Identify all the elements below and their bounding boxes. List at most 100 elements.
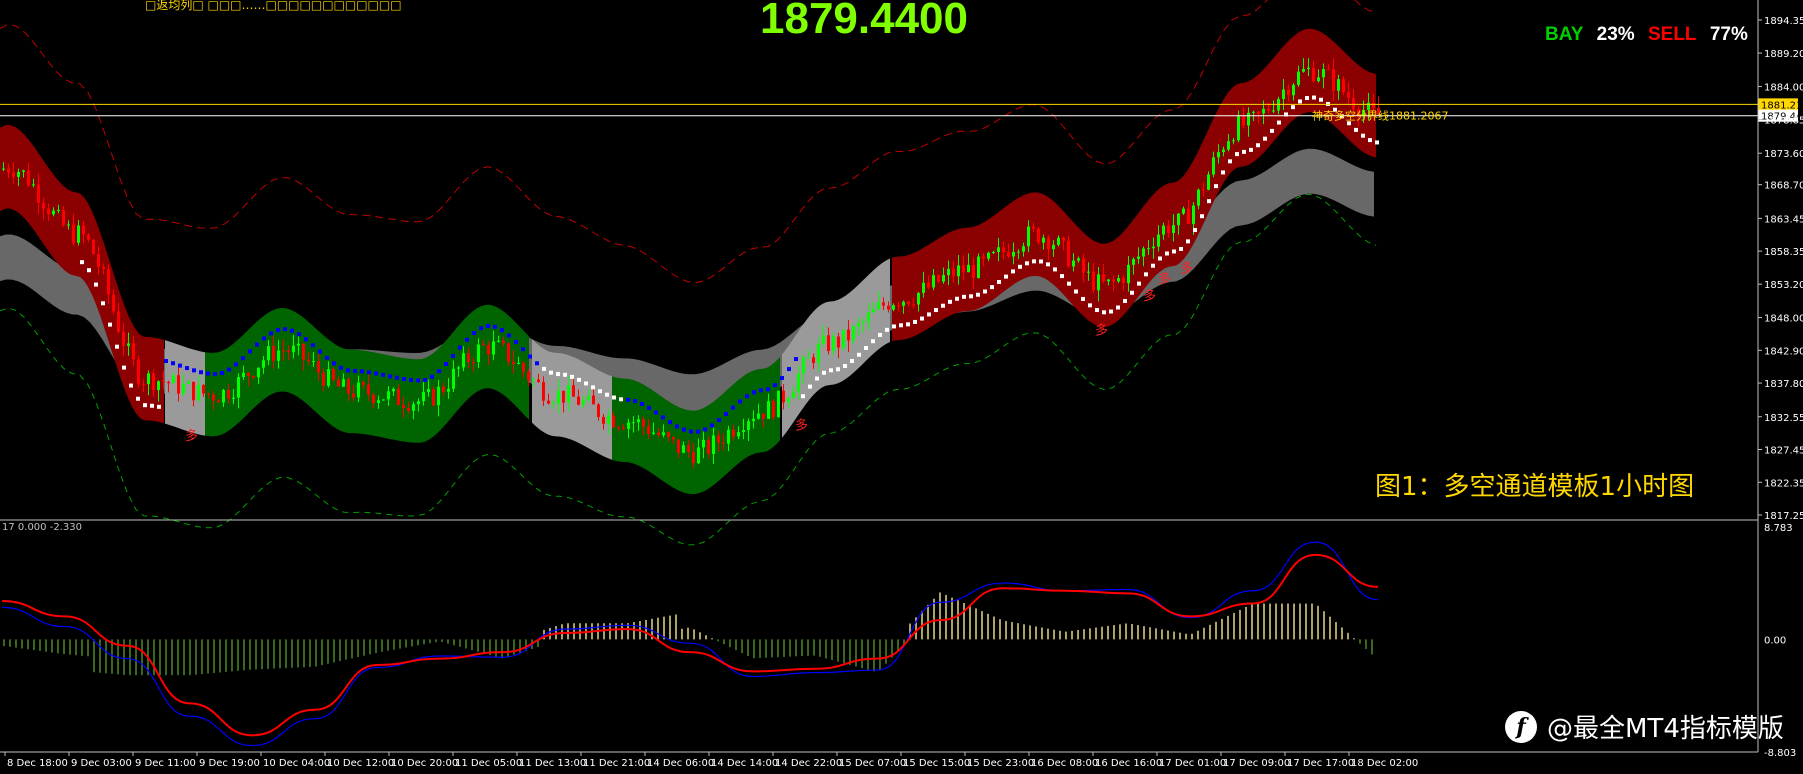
trend-dot [1235, 152, 1239, 157]
trend-dot [1060, 274, 1064, 279]
trend-dot [1375, 140, 1379, 145]
candle-body [1297, 71, 1300, 85]
candle-body [747, 421, 750, 431]
time-tick-label: 17 Dec 01:00 [1159, 758, 1226, 769]
trend-dot [374, 371, 378, 376]
candle-body [762, 413, 765, 419]
trend-dot [311, 343, 315, 348]
trend-dot [1032, 259, 1036, 264]
candle-body [887, 305, 890, 310]
trend-dot [570, 374, 574, 379]
candle-body [617, 427, 620, 429]
trend-dot [1102, 310, 1106, 315]
price-tick-label: 1837.80 [1764, 379, 1803, 390]
trend-dot [136, 396, 140, 401]
trend-dot [1067, 281, 1071, 286]
trend-dot [381, 372, 385, 377]
candle-body [37, 184, 40, 203]
trend-dot [297, 332, 301, 337]
price-tick-label: 1817.25 [1764, 511, 1803, 522]
trend-dot [157, 404, 161, 409]
candle-body [407, 407, 410, 411]
trend-dot [465, 337, 469, 342]
candle-body [22, 170, 25, 172]
candle-body [237, 377, 240, 398]
candle-body [1322, 69, 1325, 78]
trend-dot [283, 327, 287, 332]
channel-segment-5 [782, 258, 890, 438]
candle-body [777, 390, 780, 418]
candle-body [917, 292, 920, 305]
time-tick-label: 17 Dec 17:00 [1287, 758, 1354, 769]
trend-dot [346, 368, 350, 373]
trend-dot [514, 339, 518, 344]
candle-body [352, 393, 355, 398]
candle-body [1157, 234, 1160, 247]
trend-dot [843, 363, 847, 368]
candle-body [1142, 248, 1145, 257]
candle-body [1232, 140, 1235, 142]
candle-body [657, 432, 660, 436]
price-tick-label: 1853.20 [1764, 280, 1803, 291]
candle-body [837, 336, 840, 348]
watermark: f @最全MT4指标模版 [1505, 708, 1784, 745]
time-tick-label: 18 Dec 02:00 [1351, 758, 1418, 769]
candle-body [27, 170, 30, 186]
candle-body [1082, 258, 1085, 273]
candle-body [292, 345, 295, 353]
candle-body [807, 357, 810, 359]
candle-body [327, 369, 330, 386]
candle-body [962, 265, 965, 273]
signal-label: 多 [1143, 288, 1156, 304]
candle-body [1267, 108, 1270, 111]
signal-label: 多 [1180, 261, 1193, 277]
candle-body [687, 445, 690, 452]
trend-dot [1305, 96, 1309, 101]
candle-body [312, 361, 315, 363]
trend-dot [1277, 120, 1281, 125]
trend-dot [185, 366, 189, 371]
candle-body [1017, 251, 1020, 253]
candle-body [467, 353, 470, 362]
candle-body [212, 394, 215, 401]
candle-body [937, 275, 940, 282]
candle-body [267, 346, 270, 361]
candle-body [1092, 271, 1095, 291]
candle-body [397, 388, 400, 405]
candle-body [1002, 247, 1005, 252]
trend-dot [871, 339, 875, 344]
candle-body [402, 404, 405, 408]
trend-dot [129, 383, 133, 388]
candle-body [652, 432, 655, 434]
candle-body [1167, 225, 1170, 233]
candle-body [277, 350, 280, 361]
trend-dot [262, 336, 266, 341]
candle-body [197, 384, 200, 401]
candle-body [247, 372, 250, 377]
candle-body [1022, 246, 1025, 252]
candle-body [457, 367, 460, 369]
candle-body [482, 344, 485, 346]
trend-dot [1088, 303, 1092, 308]
candle-body [1007, 251, 1010, 257]
candle-body [1202, 189, 1205, 191]
trend-dot [80, 260, 84, 265]
trend-dot [1074, 289, 1078, 294]
trend-dot [1018, 264, 1022, 269]
trend-dot [248, 349, 252, 354]
trend-dot [1368, 138, 1372, 143]
candle-body [927, 282, 930, 288]
trend-dot [1123, 298, 1127, 303]
trend-dot [766, 387, 770, 392]
candle-body [602, 416, 605, 424]
trend-dot [836, 367, 840, 372]
price-tick-label: 1827.45 [1764, 446, 1803, 457]
candle-body [272, 346, 275, 361]
trend-dot [920, 316, 924, 321]
candle-body [562, 390, 565, 403]
trend-dot [878, 332, 882, 337]
candle-body [1172, 225, 1175, 233]
candle-body [662, 432, 665, 436]
candle-body [1272, 110, 1275, 112]
watermark-text: @最全MT4指标模版 [1547, 714, 1784, 744]
